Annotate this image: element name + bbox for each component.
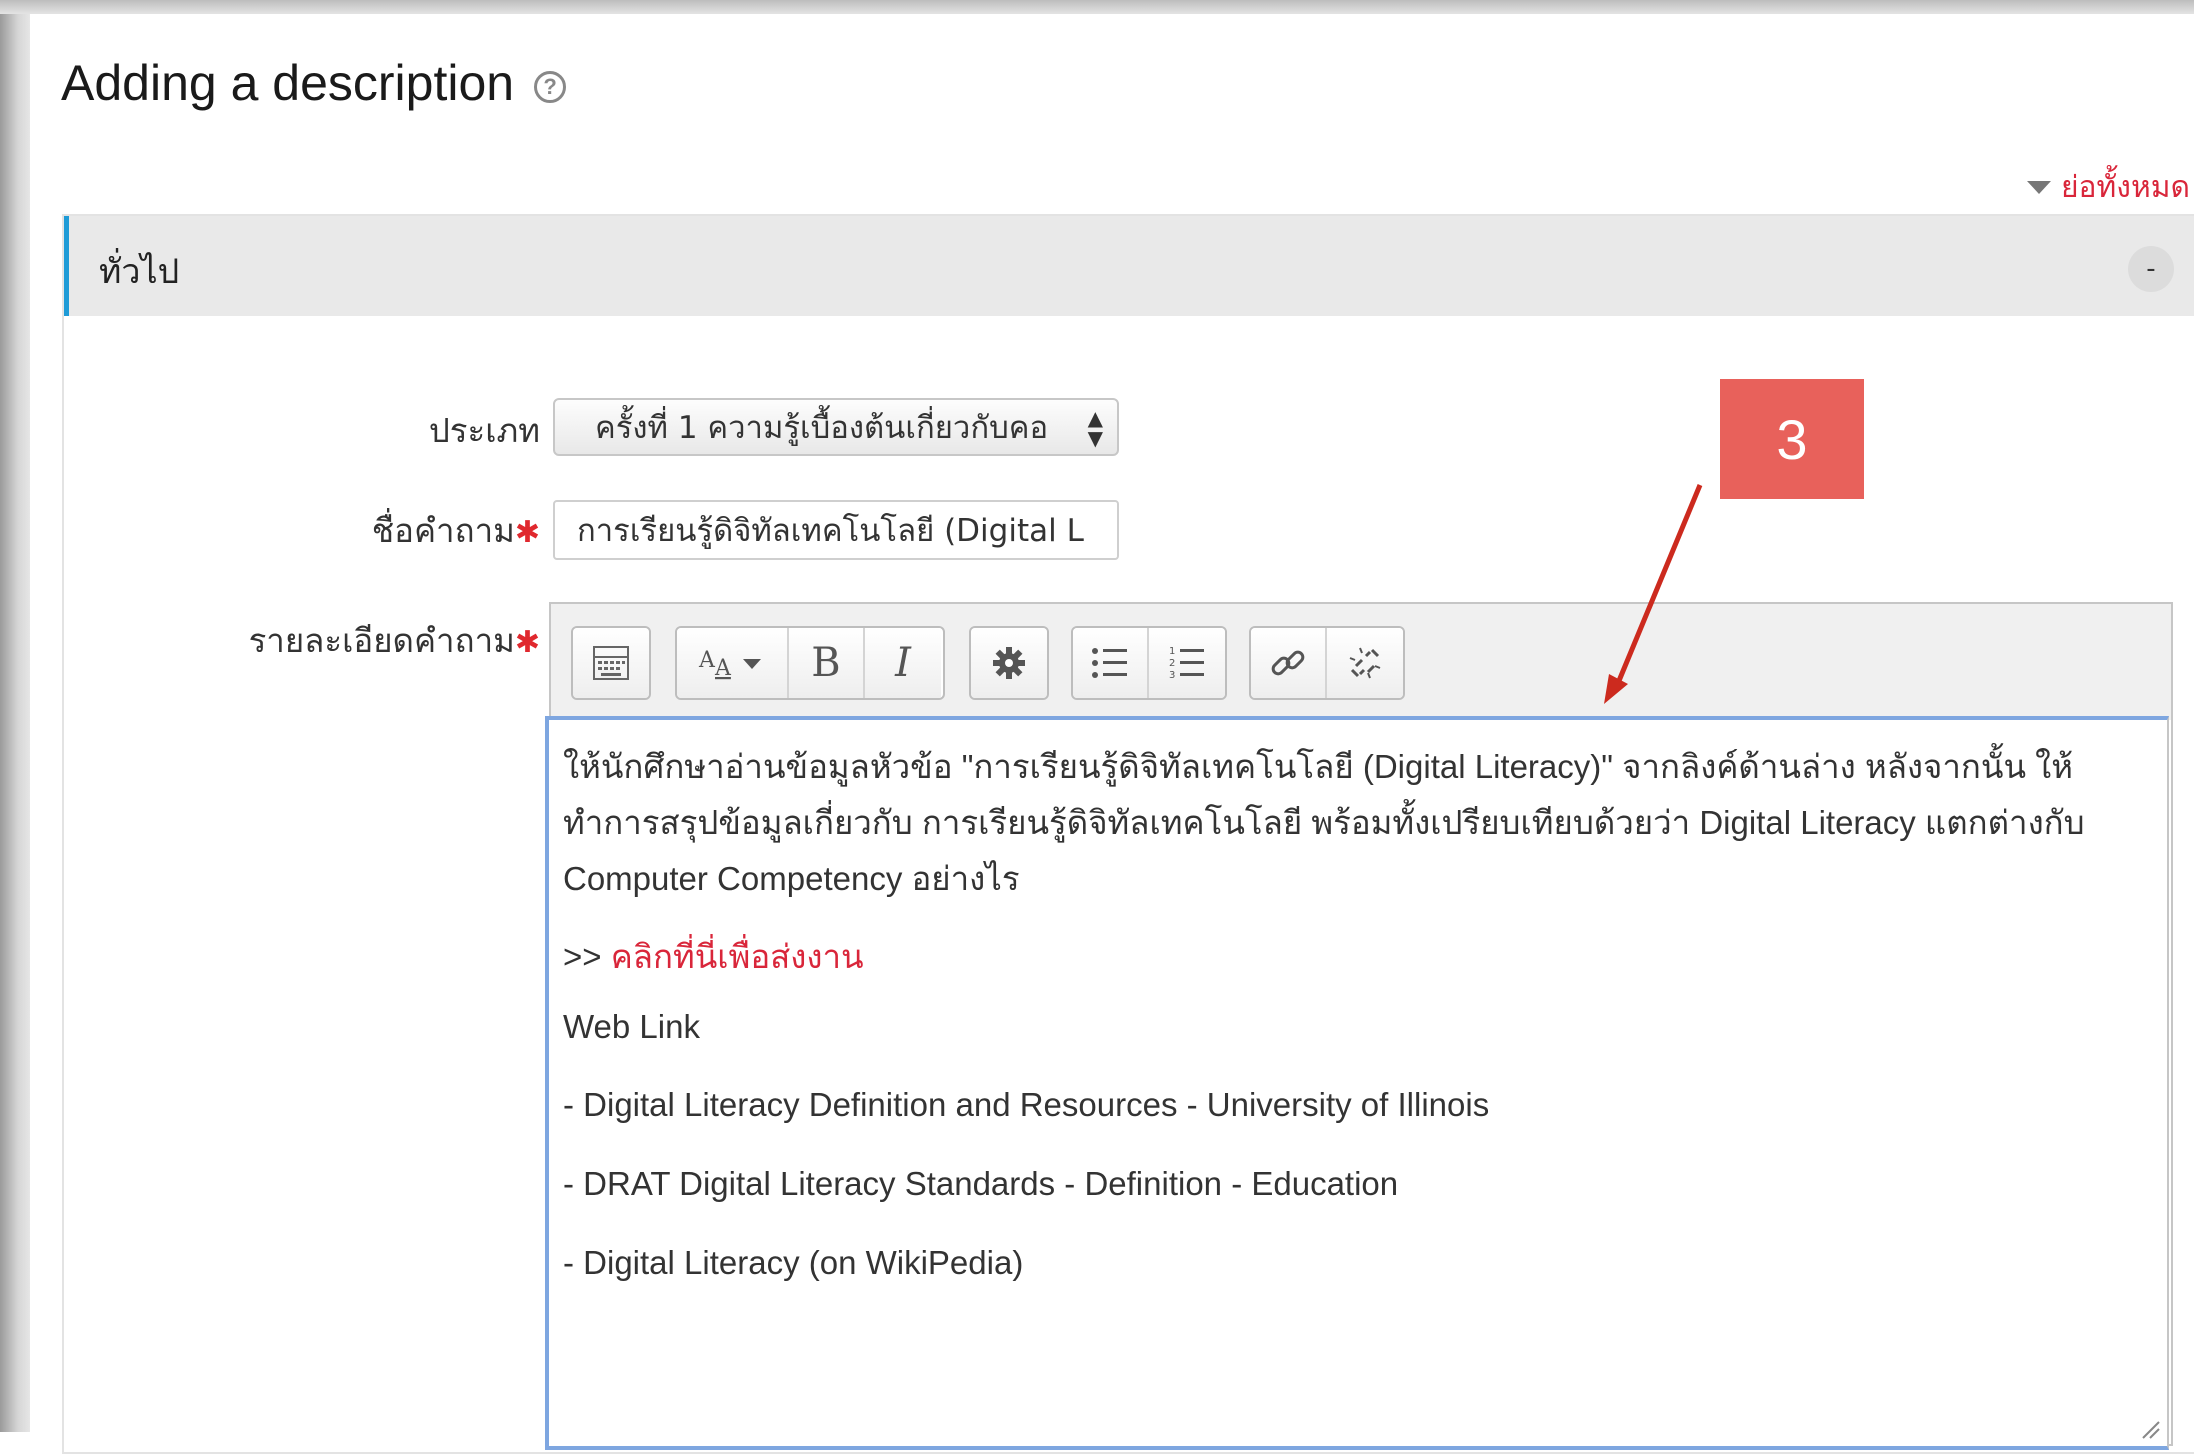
- unordered-list-icon[interactable]: [1073, 628, 1149, 698]
- window-shadow-top: [0, 0, 2194, 14]
- required-icon: ✱: [514, 625, 540, 660]
- window-shadow-left: [0, 0, 30, 1432]
- svg-text:A: A: [698, 648, 716, 673]
- svg-text:2: 2: [1169, 658, 1175, 669]
- svg-text:1: 1: [1169, 646, 1175, 657]
- link-item-3[interactable]: - Digital Literacy (on WikiPedia): [563, 1244, 1023, 1282]
- svg-text:A: A: [714, 656, 732, 681]
- type-select[interactable]: ครั้งที่ 1 ความรู้เบื้องต้นเกี่ยวกับคอ ▲…: [553, 398, 1119, 456]
- rich-text-editor: AA B I 123 ให้นักศึกษาอ่านข้อมูลหัวข้อ "…: [545, 602, 2173, 1450]
- gear-icon[interactable]: [971, 628, 1047, 698]
- ordered-list-icon[interactable]: 123: [1149, 628, 1225, 698]
- submit-link[interactable]: คลิกที่นี่เพื่อส่งงาน: [611, 938, 864, 975]
- italic-icon[interactable]: I: [865, 628, 941, 698]
- toolbar-group-1: [571, 626, 651, 700]
- toolbar-group-4: 123: [1071, 626, 1227, 700]
- font-size-icon[interactable]: AA: [677, 628, 789, 698]
- callout-number-badge: 3: [1720, 379, 1864, 499]
- svg-text:3: 3: [1169, 670, 1175, 681]
- web-link-heading: Web Link: [563, 1008, 700, 1045]
- question-name-label: ชื่อคำถาม✱: [371, 511, 540, 550]
- submit-paragraph: >> คลิกที่นี่เพื่อส่งงาน: [563, 930, 864, 983]
- toolbar-toggle-icon[interactable]: [573, 628, 649, 698]
- fieldset-legend-bar[interactable]: ทั่วไป -: [64, 216, 2194, 316]
- question-name-input[interactable]: การเรียนรู้ดิจิทัลเทคโนโลยี (Digital L: [553, 500, 1119, 560]
- page-title-text: Adding a description: [61, 55, 515, 111]
- collapse-all-link[interactable]: ย่อทั้งหมด: [2026, 164, 2190, 211]
- page-container: Adding a description ? ย่อทั้งหมด ทั่วไป…: [30, 14, 2194, 1454]
- bold-icon[interactable]: B: [789, 628, 865, 698]
- content-line-1: ให้นักศึกษาอ่านข้อมูลหัวข้อ "การเรียนรู้…: [563, 748, 2074, 785]
- resize-handle-icon[interactable]: [2139, 1418, 2161, 1440]
- required-icon: ✱: [514, 515, 540, 550]
- collapse-section-button[interactable]: -: [2128, 246, 2174, 292]
- submit-prefix: >>: [563, 938, 611, 975]
- fieldset-legend: ทั่วไป: [99, 252, 180, 292]
- select-arrows-icon: ▲ ▼: [1087, 406, 1103, 450]
- toolbar-group-2: AA B I: [675, 626, 945, 700]
- editor-content-area[interactable]: ให้นักศึกษาอ่านข้อมูลหัวข้อ "การเรียนรู้…: [545, 716, 2169, 1450]
- content-line-3: Computer Competency อย่างไร: [563, 860, 1020, 897]
- link-icon[interactable]: [1251, 628, 1327, 698]
- type-select-value: ครั้งที่ 1 ความรู้เบื้องต้นเกี่ยวกับคอ: [595, 410, 1049, 446]
- link-item-1[interactable]: - Digital Literacy Definition and Resour…: [563, 1086, 1489, 1124]
- page-title: Adding a description ?: [61, 54, 567, 112]
- question-name-value: การเรียนรู้ดิจิทัลเทคโนโลยี (Digital L: [577, 513, 1084, 549]
- triangle-down-icon: [2026, 181, 2051, 194]
- type-label: ประเภท: [428, 411, 540, 450]
- toolbar-group-5: [1249, 626, 1405, 700]
- toolbar-group-3: [969, 626, 1049, 700]
- collapse-all-label: ย่อทั้งหมด: [2060, 170, 2190, 205]
- help-icon[interactable]: ?: [534, 71, 567, 103]
- unlink-icon[interactable]: [1327, 628, 1403, 698]
- link-item-2[interactable]: - DRAT Digital Literacy Standards - Defi…: [563, 1165, 1398, 1203]
- editor-toolbar: AA B I 123: [551, 604, 2171, 720]
- question-text-label: รายละเอียดคำถาม✱: [248, 621, 540, 660]
- content-line-2: ทำการสรุปข้อมูลเกี่ยวกับ การเรียนรู้ดิจิ…: [563, 804, 2085, 841]
